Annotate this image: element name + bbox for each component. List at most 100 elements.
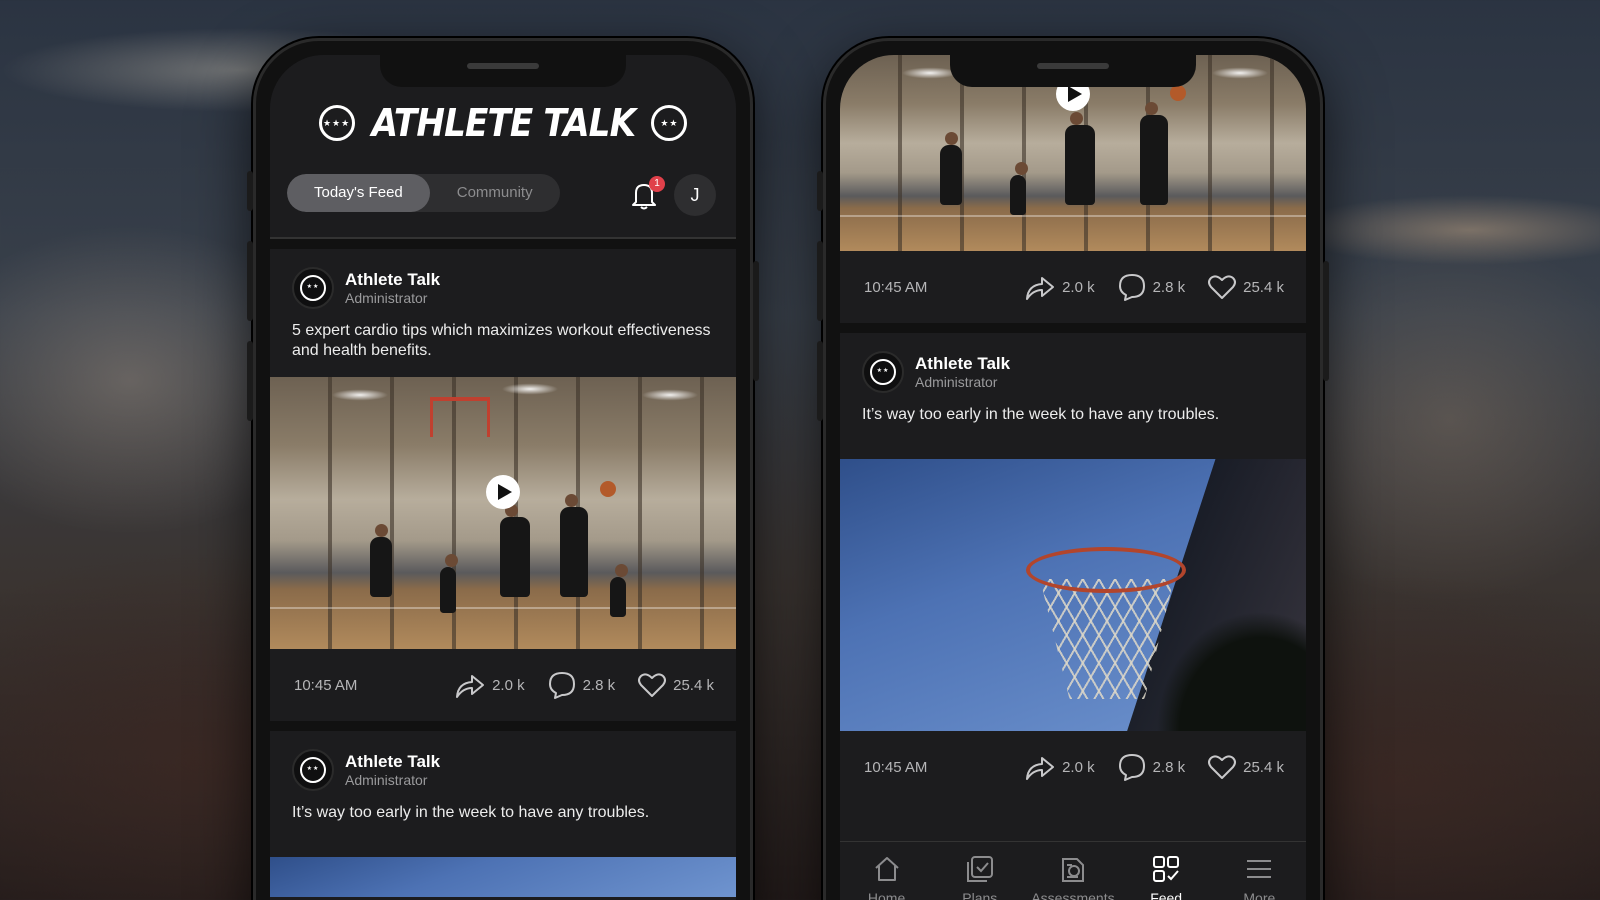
basketball <box>600 481 616 497</box>
author-name[interactable]: Athlete Talk <box>915 354 1010 374</box>
power-button <box>1323 261 1329 381</box>
post-meta: Athlete Talk Administrator <box>915 354 1010 391</box>
share-button[interactable]: 2.0 k <box>454 671 525 699</box>
post-text: It’s way too early in the week to have a… <box>862 406 1220 423</box>
author-role: Administrator <box>345 771 428 788</box>
heart-icon <box>1208 755 1237 779</box>
post-footer: 10:45 AM 2.0 k 2.8 k 25.4 k <box>840 251 1306 323</box>
power-button <box>753 261 759 381</box>
post-time: 10:45 AM <box>864 278 928 296</box>
like-button[interactable]: 25.4 k <box>637 672 714 698</box>
notch <box>380 55 626 87</box>
share-icon <box>1026 277 1055 300</box>
like-button[interactable]: 25.4 k <box>1207 274 1284 300</box>
share-button[interactable]: 2.0 k <box>1024 753 1095 781</box>
player <box>440 554 458 613</box>
post-video[interactable] <box>270 377 736 649</box>
athlete-talk-logo-icon: ★★ <box>300 275 326 301</box>
share-count: 2.0 k <box>1062 278 1095 296</box>
comment-icon <box>548 672 575 699</box>
nav-more[interactable]: More <box>1219 854 1299 900</box>
post-footer: 10:45 AM 2.0 k 2.8 k 25.4 k <box>840 731 1306 803</box>
post-header: ★★ Athlete Talk Administrator <box>840 333 1306 393</box>
nav-assessments[interactable]: Assessments <box>1031 854 1115 900</box>
feed-gap <box>270 721 736 731</box>
like-count: 25.4 k <box>673 676 714 694</box>
athlete-talk-logo-icon: ★★ <box>300 757 326 783</box>
basketball-hoop <box>430 397 490 437</box>
post-image[interactable] <box>840 459 1306 731</box>
logo-badge-icon: ★★ <box>651 105 688 141</box>
court-line <box>270 607 736 609</box>
notifications-button[interactable]: 1 <box>627 176 665 212</box>
post-text: 5 expert cardio tips which maximizes wor… <box>292 322 711 359</box>
post-card: ★★ Athlete Talk Administrator It’s way t… <box>840 333 1306 803</box>
post-card: ★★ Athlete Talk Administrator It’s way t… <box>270 731 736 897</box>
left-phone: ★★★ ATHLETE TALK ★★ Today's Feed Communi… <box>247 38 759 900</box>
bottom-nav: Home Plans Assessments Feed More <box>840 841 1306 900</box>
player <box>610 564 628 617</box>
comment-button[interactable]: 2.8 k <box>547 670 616 700</box>
post-header: ★★ Athlete Talk Administrator <box>270 249 736 309</box>
author-avatar[interactable]: ★★ <box>292 749 334 791</box>
post-time: 10:45 AM <box>294 676 358 694</box>
post-meta: Athlete Talk Administrator <box>345 752 440 789</box>
basketball-rim <box>1026 547 1186 593</box>
heart-icon <box>1208 275 1237 299</box>
volume-up-button <box>247 241 253 321</box>
post-header: ★★ Athlete Talk Administrator <box>270 731 736 791</box>
like-count: 25.4 k <box>1243 758 1284 776</box>
share-button[interactable]: 2.0 k <box>1024 273 1095 301</box>
logo-badge-icon: ★★★ <box>318 105 355 141</box>
player <box>370 524 392 597</box>
comment-count: 2.8 k <box>1152 278 1186 296</box>
post-time: 10:45 AM <box>864 758 928 776</box>
play-button[interactable] <box>486 475 520 509</box>
speaker <box>467 63 539 69</box>
feed-gap <box>840 323 1306 333</box>
trees <box>1156 611 1306 731</box>
player <box>1140 102 1168 205</box>
author-name[interactable]: Athlete Talk <box>345 270 440 290</box>
player <box>1010 162 1028 215</box>
comment-button[interactable]: 2.8 k <box>1117 272 1186 302</box>
comment-count: 2.8 k <box>1152 758 1186 776</box>
post-image[interactable] <box>270 857 736 897</box>
logo-text: ATHLETE TALK <box>371 101 635 145</box>
author-avatar[interactable]: ★★ <box>862 351 904 393</box>
feed-icon <box>1153 856 1180 882</box>
share-icon <box>1026 757 1055 780</box>
comment-icon <box>1118 274 1145 301</box>
play-icon <box>497 484 512 500</box>
volume-down-button <box>817 341 823 421</box>
tab-community[interactable]: Community <box>430 174 560 212</box>
right-screen: 10:45 AM 2.0 k 2.8 k 25.4 k ★★ Athlete T… <box>840 55 1306 900</box>
author-name[interactable]: Athlete Talk <box>345 752 440 772</box>
player <box>560 494 588 597</box>
comment-icon <box>1118 754 1145 781</box>
comment-count: 2.8 k <box>582 676 616 694</box>
comment-button[interactable]: 2.8 k <box>1117 752 1186 782</box>
app-logo: ★★★ ATHLETE TALK ★★ <box>270 101 736 145</box>
post-card: 10:45 AM 2.0 k 2.8 k 25.4 k <box>840 55 1306 323</box>
header-divider <box>270 237 736 239</box>
notification-badge: 1 <box>649 176 665 192</box>
nav-home[interactable]: Home <box>847 854 927 900</box>
menu-icon <box>1247 860 1272 878</box>
like-button[interactable]: 25.4 k <box>1207 754 1284 780</box>
basketball <box>1170 85 1186 101</box>
notch <box>950 55 1196 87</box>
post-text: It’s way too early in the week to have a… <box>292 804 650 821</box>
tab-todays-feed[interactable]: Today's Feed <box>287 174 430 212</box>
post-meta: Athlete Talk Administrator <box>345 270 440 307</box>
player <box>500 504 530 597</box>
nav-plans[interactable]: Plans <box>940 854 1020 900</box>
author-avatar[interactable]: ★★ <box>292 267 334 309</box>
nav-label: Home <box>867 890 906 900</box>
user-avatar[interactable]: J <box>674 174 716 216</box>
author-role: Administrator <box>915 373 998 390</box>
share-count: 2.0 k <box>1062 758 1095 776</box>
nav-feed[interactable]: Feed <box>1126 854 1206 900</box>
post-footer: 10:45 AM 2.0 k 2.8 k 25.4 k <box>270 649 736 721</box>
athlete-talk-logo-icon: ★★ <box>870 359 896 385</box>
